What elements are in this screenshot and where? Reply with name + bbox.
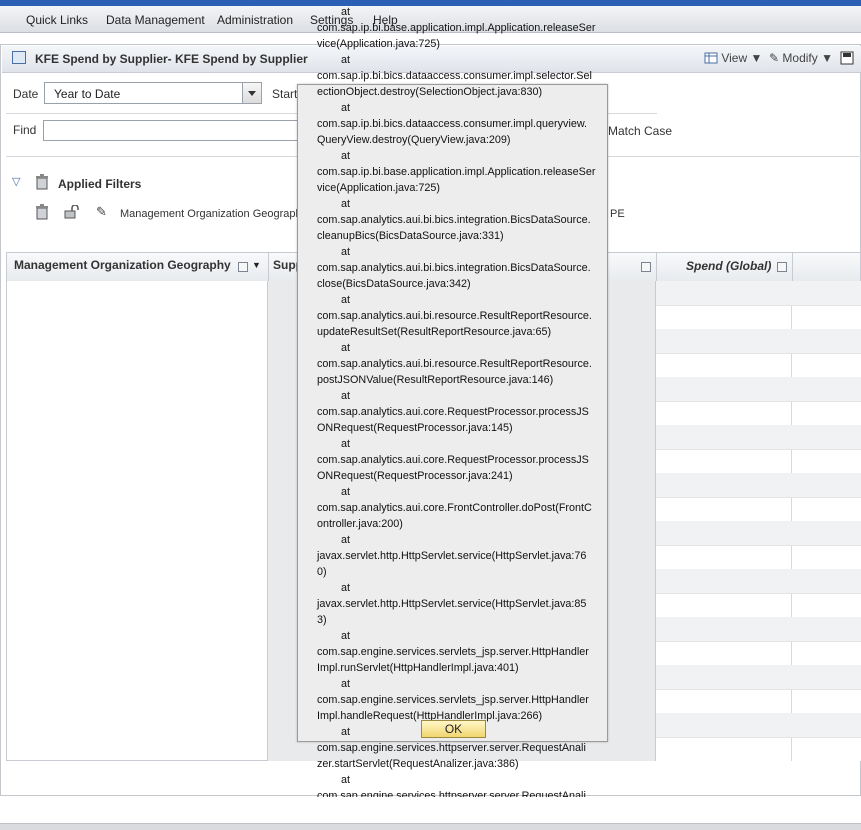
- trash-icon[interactable]: [35, 174, 49, 190]
- column-divider: [268, 253, 269, 281]
- collapse-triangle-icon[interactable]: ▽: [12, 175, 20, 188]
- table-row: [656, 425, 861, 450]
- start-label: Start: [272, 87, 298, 101]
- chevron-down-icon: ▼: [821, 51, 833, 65]
- modify-label: Modify: [782, 51, 818, 65]
- pencil-icon: ✎: [769, 51, 780, 65]
- column-settings-icon[interactable]: [777, 262, 787, 272]
- menu-quick-links[interactable]: Quick Links: [26, 13, 88, 27]
- edit-filter-icon[interactable]: ✎: [96, 204, 107, 220]
- table-row: [656, 473, 861, 498]
- chevron-down-icon[interactable]: ▼: [252, 260, 261, 270]
- table-view-icon: [704, 52, 718, 64]
- view-label: View: [721, 51, 748, 65]
- table-row: [656, 569, 861, 594]
- applied-filters-heading: Applied Filters: [58, 177, 142, 191]
- table-row: [656, 377, 861, 402]
- column-header-spend-global[interactable]: Spend (Global): [686, 259, 771, 273]
- date-dropdown[interactable]: Year to Date: [44, 82, 262, 104]
- save-icon: [840, 51, 854, 65]
- menu-data-management[interactable]: Data Management: [106, 13, 205, 27]
- table-row: [656, 617, 861, 642]
- column-settings-icon[interactable]: [238, 262, 248, 272]
- table-row: [656, 521, 861, 546]
- view-menu-button[interactable]: View ▼: [704, 51, 762, 65]
- stack-trace-text: at com.sap.ip.bi.base.application.impl.A…: [317, 6, 596, 818]
- column-divider: [656, 253, 657, 281]
- table-row: [656, 281, 861, 306]
- match-case-label[interactable]: Match Case: [608, 124, 672, 138]
- delete-filter-icon[interactable]: [35, 204, 49, 220]
- find-input[interactable]: [43, 120, 303, 141]
- find-label: Find: [13, 123, 37, 137]
- report-title: KFE Spend by Supplier- KFE Spend by Supp…: [35, 52, 308, 66]
- chevron-down-icon[interactable]: [242, 83, 261, 103]
- modify-menu-button[interactable]: ✎ Modify ▼: [769, 51, 833, 65]
- column-divider: [792, 253, 793, 281]
- chevron-down-icon: ▼: [750, 51, 763, 65]
- menu-administration[interactable]: Administration: [217, 13, 293, 27]
- table-row: [656, 665, 861, 690]
- column-settings-icon[interactable]: [641, 262, 651, 272]
- unlock-icon[interactable]: [64, 205, 80, 219]
- ok-button[interactable]: OK: [421, 720, 486, 738]
- table-row: [656, 713, 861, 738]
- table-row: [656, 329, 861, 354]
- column-header-management-org[interactable]: Management Organization Geography: [14, 258, 231, 272]
- date-label: Date: [13, 87, 39, 101]
- grid-row-header-area: [6, 281, 268, 761]
- date-dropdown-value: Year to Date: [54, 87, 121, 101]
- save-button[interactable]: [840, 51, 854, 68]
- grid-data-area: [656, 281, 861, 761]
- filter-item-suffix: PE: [610, 208, 625, 220]
- filter-item-label: Management Organization Geography: [120, 208, 308, 220]
- report-icon: [12, 51, 26, 64]
